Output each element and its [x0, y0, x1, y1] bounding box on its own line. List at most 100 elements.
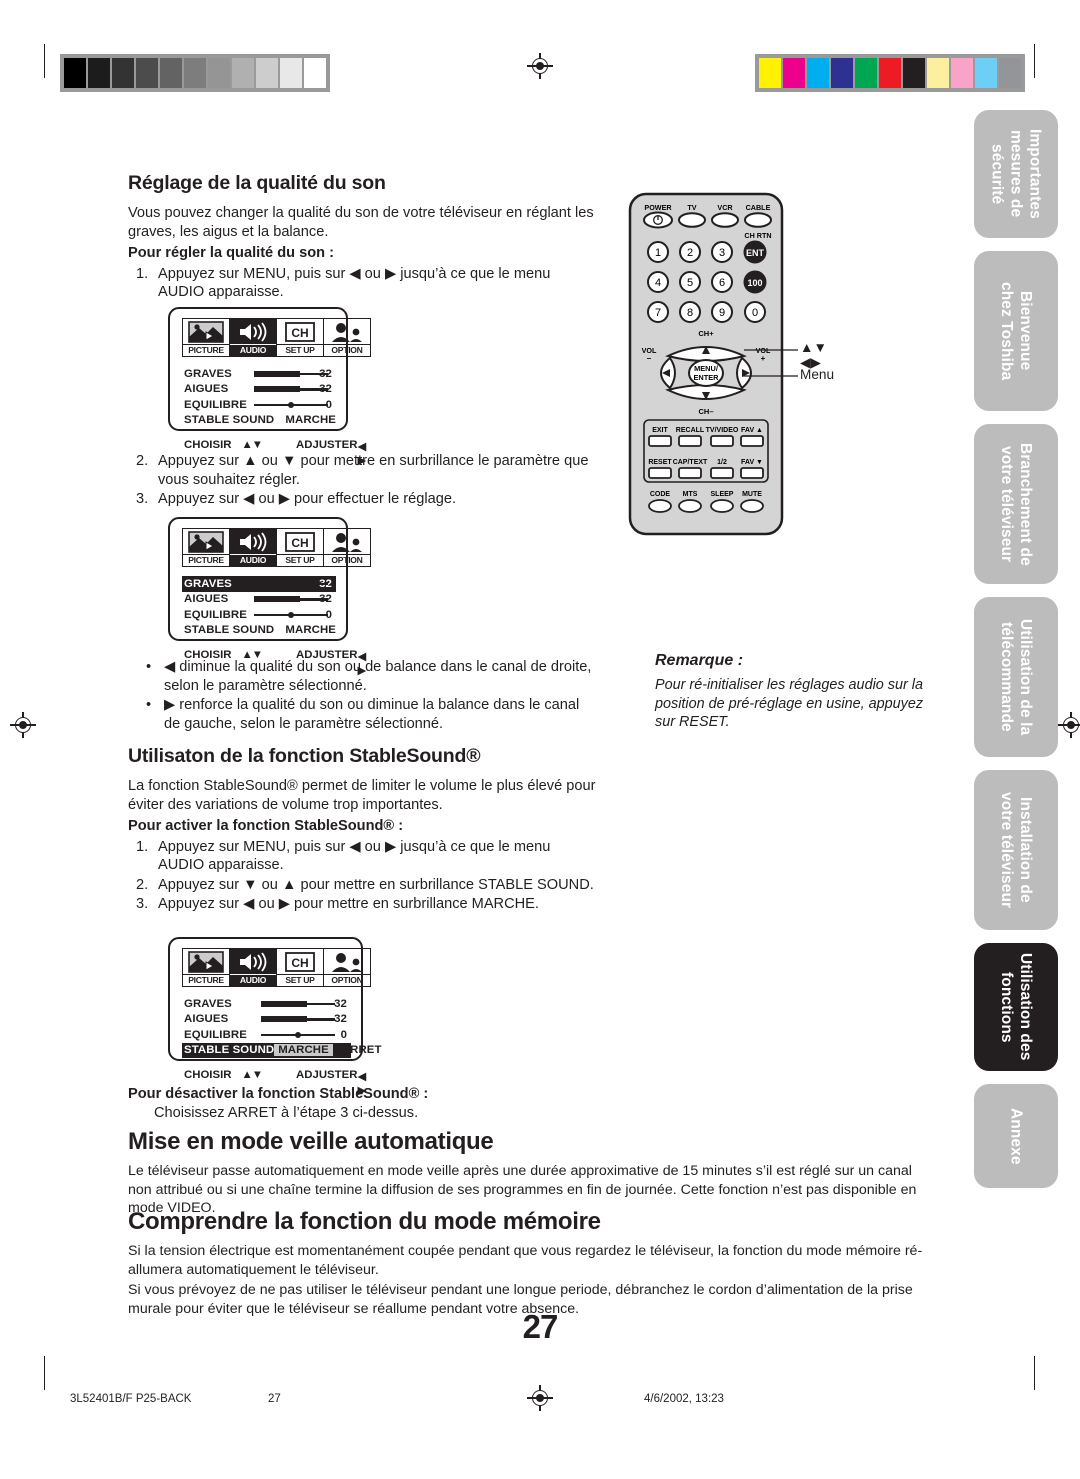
- deactivate-instruction: Choisissez ARRET à l’étape 3 ci-dessus.: [154, 1104, 419, 1121]
- osd-option-arret[interactable]: ARRET: [333, 1044, 382, 1056]
- subheading-adjust-sound: Pour régler la qualité du son :: [128, 245, 334, 261]
- side-tab-3[interactable]: Utilisation de la télécommande: [974, 597, 1058, 757]
- side-tab-2[interactable]: Branchement de votre téléviseur: [974, 424, 1058, 584]
- step-number: 1.: [136, 838, 149, 855]
- osd-tab-option[interactable]: OPTION: [324, 949, 370, 986]
- osd-slider[interactable]: [253, 609, 328, 620]
- remote-key-label: 100: [747, 278, 762, 288]
- slider-thumb: [294, 1031, 301, 1038]
- remote-key-label: 1: [655, 247, 661, 259]
- osd-slider[interactable]: [253, 578, 328, 589]
- osd-slider[interactable]: [253, 594, 328, 605]
- subheading-activate-stablesound: Pour activer la fonction StableSound® :: [128, 818, 404, 834]
- ch-icon: CH: [277, 529, 323, 554]
- slider-fill: [253, 386, 300, 393]
- side-tab-strip: Importantes mesures de sécurité Bienvenue ch…: [974, 110, 1058, 1201]
- osd-option-marche[interactable]: MARCHE: [274, 1044, 333, 1057]
- slider-thumb: [287, 611, 294, 618]
- osd-option-marche[interactable]: MARCHE: [276, 624, 336, 636]
- osd-row-graves[interactable]: GRAVES32: [182, 996, 351, 1012]
- osd-slider[interactable]: [260, 1014, 335, 1025]
- svg-text:CH: CH: [291, 536, 308, 550]
- side-tab-label: Utilisation des fonctions: [998, 953, 1034, 1061]
- remote-key-label: 7: [655, 307, 661, 319]
- list-item: 2. Appuyez sur ▲ ou ▼ pour mettre en surb…: [128, 452, 598, 489]
- osd-tab-label: SET UP: [277, 554, 323, 566]
- side-tab-5[interactable]: Utilisation des fonctions: [974, 943, 1058, 1071]
- remote-key-label: 8: [687, 307, 693, 319]
- bullet-marker: •: [146, 697, 152, 713]
- osd-tab-label: PICTURE: [183, 344, 229, 356]
- osd-option-marche[interactable]: MARCHE: [276, 414, 336, 426]
- list-item: • ▶ renforce la qualité du son ou diminue…: [128, 696, 598, 733]
- osd-slider[interactable]: [260, 1029, 335, 1040]
- osd-row-label: EQUILIBRE: [184, 1028, 247, 1041]
- step-number: 1.: [136, 265, 149, 282]
- osd-tab-picture[interactable]: PICTURE: [183, 529, 230, 566]
- osd-row-equilibre[interactable]: EQUILIBRE 0: [182, 397, 336, 413]
- remote-key-label: ENTER: [693, 373, 719, 382]
- speaker-icon: [230, 319, 276, 344]
- osd-tab-audio[interactable]: AUDIO: [230, 529, 277, 566]
- osd-row-label: GRAVES: [184, 997, 232, 1010]
- step-text: Appuyez sur ▼ ou ▲ pour mettre en surbri…: [158, 876, 594, 893]
- osd-tab-option[interactable]: OPTION: [324, 529, 370, 566]
- list-item: 2. Appuyez sur ▼ ou ▲ pour mettre en surb…: [128, 876, 598, 895]
- steps-list-sound-quality-1: 1. Appuyez sur MENU, puis sur ◀ ou ▶ jusq…: [128, 265, 598, 302]
- osd-tab-label: AUDIO: [230, 974, 276, 986]
- side-tab-0[interactable]: Importantes mesures de sécurité: [974, 110, 1058, 238]
- osd-icon-row: PICTURE AUDIO CH SET UP OPTION: [182, 318, 371, 357]
- osd-row-equilibre[interactable]: EQUILIBRE 0: [182, 1027, 351, 1043]
- osd-slider[interactable]: [253, 399, 328, 410]
- osd-row-graves[interactable]: GRAVES32: [182, 366, 336, 382]
- osd-slider[interactable]: [260, 998, 335, 1009]
- osd-row-label: GRAVES: [184, 367, 232, 380]
- remote-key-label: CABLE: [746, 203, 771, 212]
- osd-tab-option[interactable]: OPTION: [324, 319, 370, 356]
- remote-key-label: MUTE: [742, 491, 762, 498]
- osd-row-stable-sound[interactable]: STABLE SOUND MARCHE ARRET: [182, 1042, 381, 1058]
- remote-key-label: TV: [687, 203, 696, 212]
- osd-row-stable-sound[interactable]: STABLE SOUND MARCHE: [182, 413, 336, 429]
- osd-tab-label: AUDIO: [230, 344, 276, 356]
- page-number: 27: [522, 1308, 559, 1345]
- osd-row-graves[interactable]: GRAVES32: [182, 576, 336, 592]
- footer-document-id: 3L52401B/F P25-BACK: [70, 1393, 192, 1405]
- osd-tab-set-up[interactable]: CH SET UP: [277, 529, 324, 566]
- osd-tab-set-up[interactable]: CH SET UP: [277, 949, 324, 986]
- side-tab-label: Bienvenue chez Toshiba: [998, 281, 1034, 381]
- remote-key-label: TV/VIDEO: [706, 427, 739, 434]
- remote-key-label: 6: [719, 277, 725, 289]
- osd-tab-audio[interactable]: AUDIO: [230, 319, 277, 356]
- list-item: • ◀ diminue la qualité du son ou de balan…: [128, 658, 598, 695]
- remote-key-label: CH–: [698, 407, 713, 416]
- ch-icon: CH: [277, 949, 323, 974]
- osd-tab-label: PICTURE: [183, 554, 229, 566]
- osd-tab-label: PICTURE: [183, 974, 229, 986]
- slider-fill: [260, 1016, 307, 1023]
- osd-row-aigues[interactable]: AIGUES32: [182, 382, 336, 398]
- osd-tab-picture[interactable]: PICTURE: [183, 319, 230, 356]
- remote-key-label: POWER: [644, 203, 672, 212]
- osd-row-stable-sound[interactable]: STABLE SOUND MARCHE: [182, 623, 336, 639]
- osd-row-label: AIGUES: [184, 593, 229, 606]
- osd-row-equilibre[interactable]: EQUILIBRE 0: [182, 607, 336, 623]
- osd-row-aigues[interactable]: AIGUES32: [182, 592, 336, 608]
- osd-row-aigues[interactable]: AIGUES32: [182, 1012, 351, 1028]
- remote-key-label: 4: [655, 277, 661, 289]
- side-tab-1[interactable]: Bienvenue chez Toshiba: [974, 251, 1058, 411]
- bullets-list-adjust: • ◀ diminue la qualité du son ou de balan…: [128, 658, 598, 733]
- svg-text:CH: CH: [291, 326, 308, 340]
- osd-slider[interactable]: [253, 368, 328, 379]
- side-tab-4[interactable]: Installation de votre téléviseur: [974, 770, 1058, 930]
- steps-list-sound-quality-2: 2. Appuyez sur ▲ ou ▼ pour mettre en surb…: [128, 452, 598, 509]
- side-tab-6[interactable]: Annexe: [974, 1084, 1058, 1188]
- osd-tab-set-up[interactable]: CH SET UP: [277, 319, 324, 356]
- osd-tab-picture[interactable]: PICTURE: [183, 949, 230, 986]
- osd-slider[interactable]: [253, 384, 328, 395]
- osd-tab-audio[interactable]: AUDIO: [230, 949, 277, 986]
- side-tab-label: Importantes mesures de sécurité: [988, 129, 1044, 219]
- remote-key-label: MTS: [683, 491, 698, 498]
- osd-row-label: EQUILIBRE: [184, 398, 247, 411]
- osd-tab-label: AUDIO: [230, 554, 276, 566]
